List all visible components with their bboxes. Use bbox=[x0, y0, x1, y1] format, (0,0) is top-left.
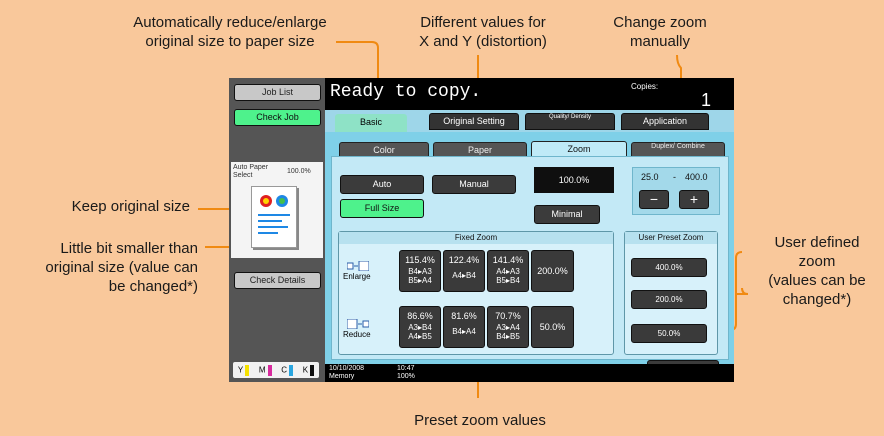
minimal-button[interactable]: Minimal bbox=[534, 205, 600, 224]
check-details-button[interactable]: Check Details bbox=[234, 272, 321, 289]
preset-pct: 86.6% bbox=[407, 311, 433, 321]
user-preset-2[interactable]: 200.0% bbox=[631, 290, 707, 309]
copies-value: 1 bbox=[701, 90, 712, 110]
toner-bar bbox=[245, 364, 250, 376]
preset-reduce-81[interactable]: 81.6% B4▸A4 bbox=[443, 306, 485, 348]
reduce-label: Reduce bbox=[343, 330, 371, 339]
toner-c: C bbox=[281, 364, 294, 376]
auto-zoom-button[interactable]: Auto bbox=[340, 175, 424, 194]
user-preset-3[interactable]: 50.0% bbox=[631, 324, 707, 343]
preset-enlarge-200[interactable]: 200.0% bbox=[531, 250, 574, 292]
zoom-minus-button[interactable]: − bbox=[639, 190, 669, 209]
zoom-range-min: 25.0 bbox=[641, 172, 659, 182]
preset-paper: A3▸B4 A4▸B5 bbox=[408, 323, 432, 341]
tab-basic[interactable]: Basic bbox=[335, 114, 407, 134]
auto-paper-label: Auto Paper Select bbox=[233, 164, 269, 179]
preset-paper: B4▸A3 B5▸A4 bbox=[408, 267, 432, 285]
toner-label: Y bbox=[237, 365, 244, 375]
status-message: Ready to copy. bbox=[330, 82, 482, 102]
main-tab-row: Basic Original Setting Quality/ Density … bbox=[325, 110, 734, 134]
memory-value: 100% bbox=[397, 373, 415, 380]
preset-pct: 70.7% bbox=[495, 311, 521, 321]
status-date: 10/10/2008 bbox=[329, 365, 365, 372]
status-time: 10:47 bbox=[397, 365, 415, 372]
fixed-zoom-title: Fixed Zoom bbox=[339, 232, 613, 244]
preset-enlarge-141[interactable]: 141.4% A4▸A3 B5▸B4 bbox=[487, 250, 529, 292]
toner-label: C bbox=[281, 365, 288, 375]
tab-quality-density[interactable]: Quality/ Density bbox=[525, 113, 615, 130]
preset-enlarge-115[interactable]: 115.4% B4▸A3 B5▸A4 bbox=[399, 250, 441, 292]
job-list-button[interactable]: Job List bbox=[234, 84, 321, 101]
auto-paper-value: 100.0% bbox=[287, 168, 311, 175]
preset-pct: 141.4% bbox=[492, 255, 524, 265]
status-bar: 10/10/2008 10:47 Memory 100% bbox=[325, 364, 734, 382]
zoom-content: Color Paper Zoom Duplex/ Combine Auto Ma… bbox=[325, 132, 734, 377]
preset-reduce-50[interactable]: 50.0% bbox=[531, 306, 574, 348]
copies-label: Copies: bbox=[631, 82, 659, 91]
zoom-range-sep: - bbox=[673, 172, 676, 182]
zoom-range-panel: 25.0 - 400.0 − + bbox=[632, 167, 720, 215]
user-preset-title: User Preset Zoom bbox=[625, 232, 717, 244]
copier-screen: Job List Check Job Auto Paper Select 100… bbox=[229, 78, 734, 382]
current-zoom-display: 100.0% bbox=[534, 167, 614, 193]
preset-pct: 115.4% bbox=[405, 255, 435, 265]
main-panel: Ready to copy. Copies: 1 Basic Original … bbox=[325, 78, 734, 382]
check-job-button[interactable]: Check Job bbox=[234, 109, 321, 126]
preset-pct: 81.6% bbox=[451, 311, 477, 321]
toner-levels: YMCK bbox=[233, 362, 319, 378]
zoom-inner-panel: Auto Manual 100.0% 25.0 - 400.0 − + Full… bbox=[331, 156, 729, 360]
preset-reduce-86[interactable]: 86.6% A3▸B4 A4▸B5 bbox=[399, 306, 441, 348]
toner-y: Y bbox=[237, 364, 250, 376]
memory-label: Memory bbox=[329, 373, 355, 380]
preset-paper: B4▸A4 bbox=[452, 327, 476, 336]
full-size-button[interactable]: Full Size bbox=[340, 199, 424, 218]
toner-label: M bbox=[258, 365, 266, 375]
zoom-plus-button[interactable]: + bbox=[679, 190, 709, 209]
toner-bar bbox=[289, 364, 294, 376]
enlarge-label: Enlarge bbox=[343, 272, 371, 281]
auto-paper-select-panel: Auto Paper Select 100.0% bbox=[231, 162, 323, 258]
tab-application[interactable]: Application bbox=[621, 113, 709, 130]
fixed-zoom-group: Fixed Zoom Enlarge Reduce 115.4% B4▸A3 B5… bbox=[338, 231, 614, 355]
preset-paper: A4▸A3 B5▸B4 bbox=[496, 267, 520, 285]
tab-original-setting[interactable]: Original Setting bbox=[429, 113, 519, 130]
preset-pct: 122.4% bbox=[448, 255, 480, 265]
zoom-range-max: 400.0 bbox=[685, 172, 708, 182]
document-preview-icon bbox=[251, 186, 297, 248]
user-preset-1[interactable]: 400.0% bbox=[631, 258, 707, 277]
toner-label: K bbox=[302, 365, 309, 375]
manual-zoom-button[interactable]: Manual bbox=[432, 175, 516, 194]
left-panel: Job List Check Job Auto Paper Select 100… bbox=[229, 78, 325, 382]
user-preset-zoom-group: User Preset Zoom 400.0% 200.0% 50.0% bbox=[624, 231, 718, 355]
preset-enlarge-122[interactable]: 122.4% A4▸B4 bbox=[443, 250, 485, 292]
toner-m: M bbox=[258, 364, 272, 376]
toner-bar bbox=[267, 364, 272, 376]
preset-paper: A3▸A4 B4▸B5 bbox=[496, 323, 520, 341]
preset-paper: A4▸B4 bbox=[452, 271, 476, 280]
toner-k: K bbox=[302, 364, 315, 376]
toner-bar bbox=[310, 364, 315, 376]
preset-reduce-70[interactable]: 70.7% A3▸A4 B4▸B5 bbox=[487, 306, 529, 348]
